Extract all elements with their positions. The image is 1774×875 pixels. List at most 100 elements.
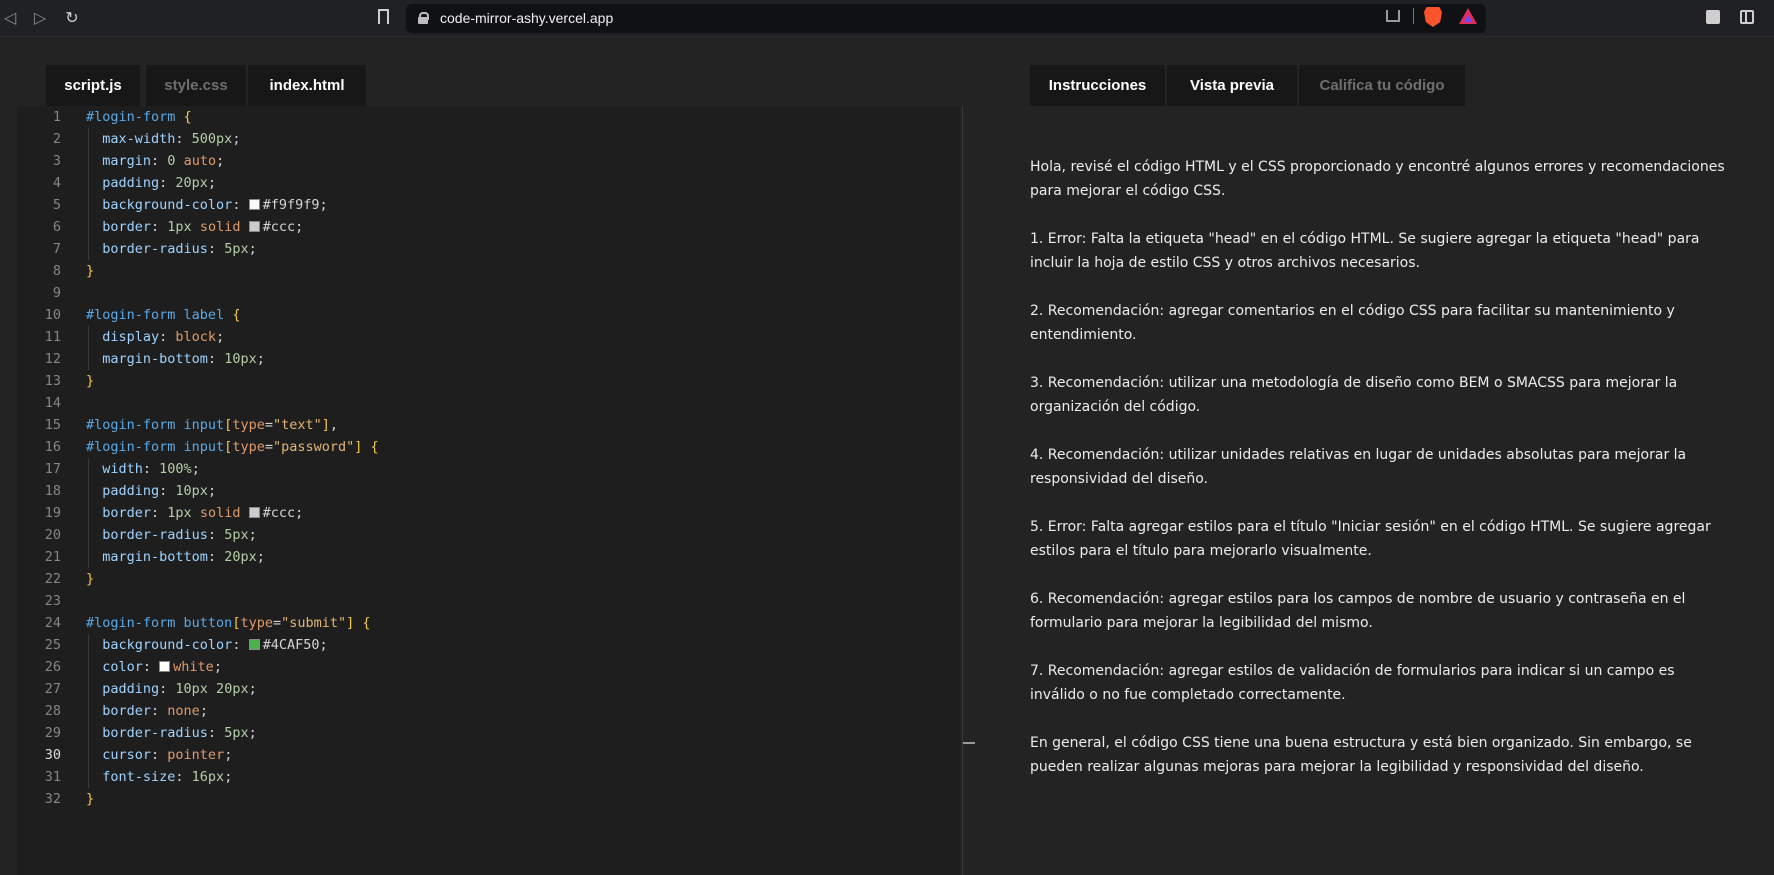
line-number: 24 (44, 615, 61, 631)
code-line[interactable]: margin: 0 auto; (86, 153, 224, 169)
code-line[interactable]: cursor: pointer; (86, 747, 232, 763)
code-line[interactable]: display: block; (86, 329, 224, 345)
code-token: ; (256, 351, 265, 367)
code-line[interactable]: border: 1px solid #ccc; (86, 505, 303, 521)
code-line[interactable]: #login-form input[type="password"] { (86, 439, 379, 455)
line-number: 1 (52, 109, 61, 125)
code-token: 20px (224, 549, 257, 565)
code-line[interactable]: font-size: 16px; (86, 769, 232, 785)
resize-handle-icon[interactable] (963, 742, 975, 744)
code-line[interactable]: #login-form label { (86, 307, 240, 323)
code-line[interactable]: #login-form input[type="text"], (86, 417, 338, 433)
code-token: border (86, 219, 152, 235)
share-icon[interactable] (1386, 10, 1400, 22)
feedback-summary: En general, el código CSS tiene una buen… (1030, 735, 1692, 775)
code-line[interactable]: } (86, 263, 94, 279)
line-number: 21 (44, 549, 61, 565)
tab-style-css[interactable]: style.css (146, 65, 246, 106)
code-line[interactable]: #login-form button[type="submit"] { (86, 615, 371, 631)
feedback-panel: Hola, revisé el código HTML y el CSS pro… (1030, 155, 1730, 803)
code-token: font-size (86, 769, 176, 785)
color-swatch-icon (248, 639, 260, 650)
code-line[interactable]: color: white; (86, 659, 222, 675)
code-line[interactable]: border: none; (86, 703, 208, 719)
line-number: 4 (52, 175, 61, 191)
line-number: 18 (44, 483, 61, 499)
forward-icon[interactable]: ▷ (30, 8, 50, 28)
code-token: : (142, 659, 160, 675)
tab-califica-tu-codigo[interactable]: Califica tu código (1299, 65, 1465, 106)
code-line[interactable]: #login-form { (86, 109, 192, 125)
split-divider[interactable] (962, 106, 963, 875)
code-line[interactable]: } (86, 571, 94, 587)
code-token: display (86, 329, 160, 345)
code-token: background-color (86, 197, 233, 213)
code-line[interactable]: padding: 20px; (86, 175, 216, 191)
url-text[interactable]: code-mirror-ashy.vercel.app (440, 4, 613, 33)
code-line[interactable]: background-color: #f9f9f9; (86, 197, 327, 213)
code-token: auto (183, 153, 217, 169)
code-line[interactable]: } (86, 791, 94, 807)
code-token: block (175, 329, 217, 345)
code-token: ; (248, 725, 257, 741)
code-line[interactable]: margin-bottom: 10px; (86, 351, 265, 367)
line-number: 31 (44, 769, 61, 785)
code-line[interactable]: border-radius: 5px; (86, 527, 256, 543)
code-token: : (207, 725, 225, 741)
line-number: 17 (44, 461, 61, 477)
code-line[interactable]: border-radius: 5px; (86, 725, 257, 741)
tab-index-html[interactable]: index.html (248, 65, 366, 106)
code-token: width (86, 461, 143, 477)
rewards-icon-inner (1464, 15, 1472, 22)
line-number: 32 (44, 791, 61, 807)
code-token: 10px (224, 351, 257, 367)
code-token: #login-form label (86, 307, 233, 323)
feedback-item-2: 2. Recomendación: agregar comentarios en… (1030, 303, 1675, 343)
code-token: margin-bottom (86, 549, 208, 565)
code-line[interactable]: padding: 10px; (86, 483, 216, 499)
line-number: 11 (44, 329, 61, 345)
feedback-item-1: 1. Error: Falta la etiqueta "head" en el… (1030, 231, 1700, 271)
code-line[interactable]: } (86, 373, 94, 389)
code-token: 0 (167, 153, 184, 169)
code-line[interactable]: border-radius: 5px; (86, 241, 256, 257)
line-number: 7 (52, 241, 61, 257)
code-token: #login-form (86, 109, 184, 125)
reload-icon[interactable]: ↻ (62, 8, 82, 28)
code-token: : (232, 637, 249, 653)
code-token: type (240, 615, 273, 631)
code-token: 5px (224, 241, 249, 257)
code-token: { (183, 109, 192, 125)
code-token: 1px (167, 505, 200, 521)
code-token: margin-bottom (86, 351, 208, 367)
code-line[interactable]: width: 100%; (86, 461, 200, 477)
code-token: max-width (86, 131, 176, 147)
address-bar[interactable]: code-mirror-ashy.vercel.app (406, 4, 1486, 33)
code-line[interactable]: border: 1px solid #ccc; (86, 219, 303, 235)
code-editor[interactable]: 1 #login-form {2 max-width: 500px; 3 margi… (17, 106, 960, 875)
tab-vista-previa[interactable]: Vista previa (1167, 65, 1297, 106)
code-token: #ccc; (262, 505, 304, 521)
code-token: #ccc; (262, 219, 304, 235)
line-number: 2 (52, 131, 61, 147)
code-token: pointer (167, 747, 225, 763)
tab-script-js[interactable]: script.js (46, 65, 140, 106)
code-line[interactable]: background-color: #4CAF50; (86, 637, 327, 653)
bookmark-icon[interactable] (378, 9, 389, 24)
code-token: #login-form button (86, 615, 233, 631)
code-line[interactable]: margin-bottom: 20px; (86, 549, 265, 565)
toolbar-separator (1413, 8, 1414, 24)
tab-instrucciones[interactable]: Instrucciones (1030, 65, 1165, 106)
code-line[interactable]: padding: 10px 20px; (86, 681, 256, 697)
code-token: : (151, 153, 168, 169)
code-token: ; (224, 769, 233, 785)
code-line[interactable]: max-width: 500px; (86, 131, 240, 147)
code-token: { (232, 307, 241, 323)
back-icon[interactable]: ◁ (0, 8, 20, 28)
sidebar-toggle-icon[interactable] (1740, 10, 1754, 24)
extensions-icon[interactable] (1706, 10, 1720, 24)
code-token: } (86, 571, 95, 587)
code-token: "password" (272, 439, 355, 455)
code-token: 16px (191, 769, 225, 785)
line-number: 10 (44, 307, 61, 323)
